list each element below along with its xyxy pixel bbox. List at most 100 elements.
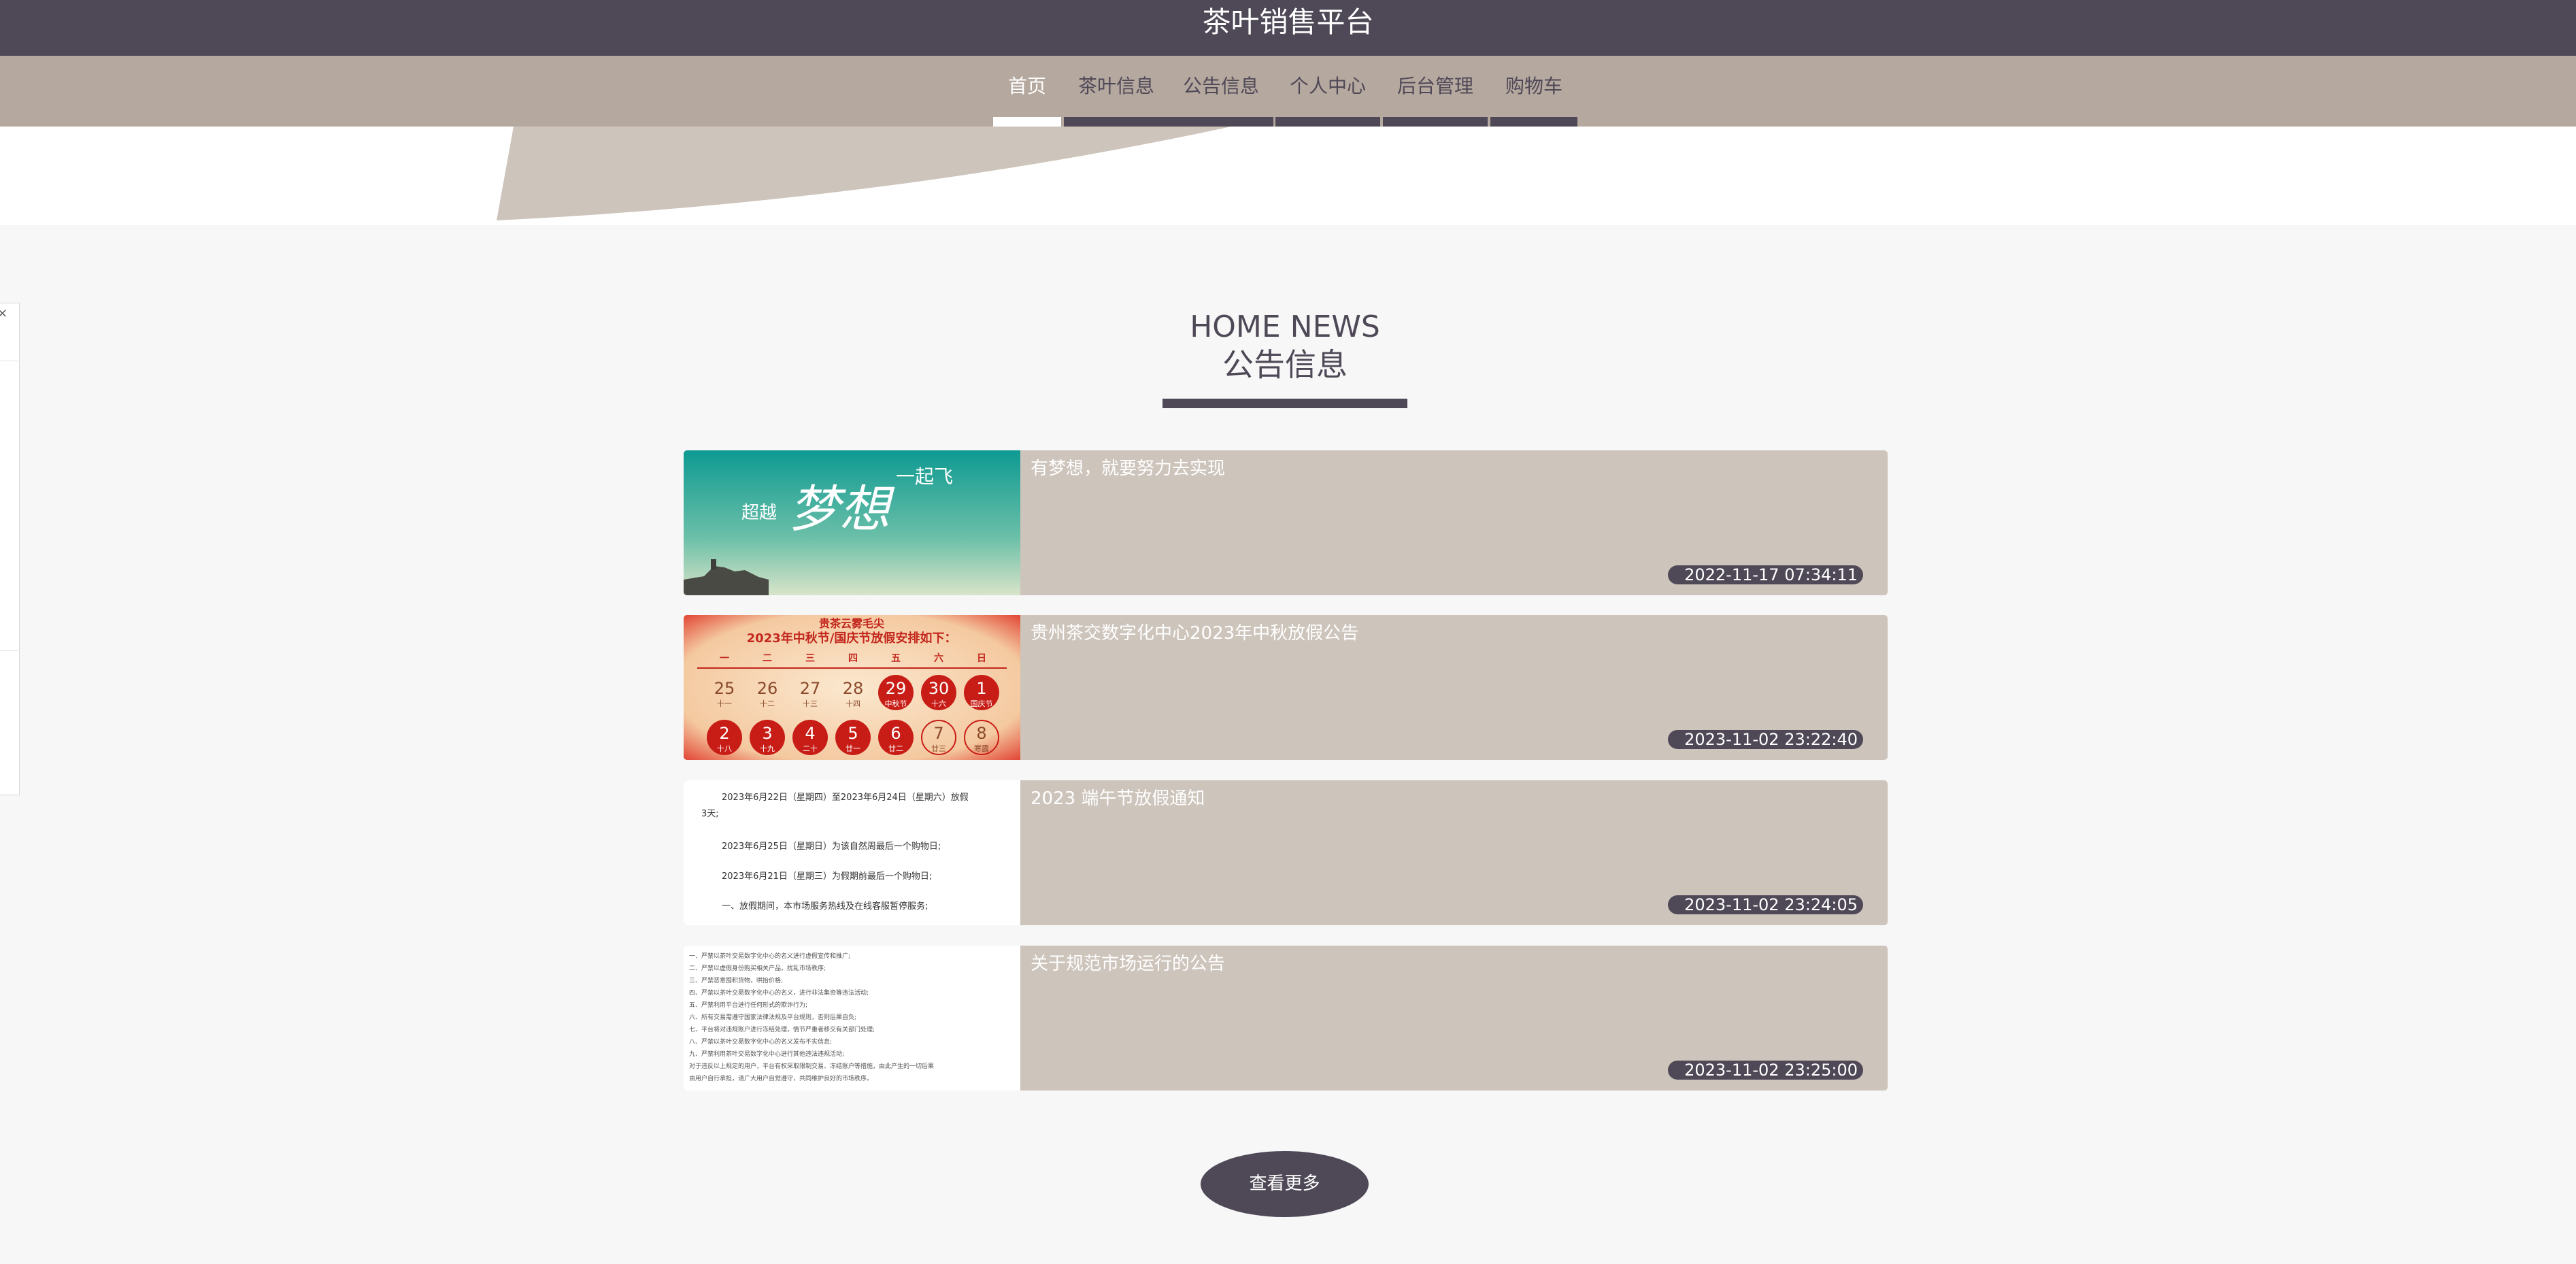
nav-underline — [1064, 117, 1169, 127]
calendar-weekday: 六 — [934, 652, 943, 664]
rules-line: 六、所有交易需遵守国家法律法规及平台规则，否则后果自负; — [689, 1014, 857, 1021]
notice-line: 2023年6月21日（星期三）为假期前最后一个购物日; — [722, 871, 933, 882]
news-timestamp: 2023-11-02 23:25:00 — [1668, 1061, 1863, 1080]
banner-text: 梦想 — [789, 480, 895, 539]
nav-item-label: 公告信息 — [1182, 75, 1259, 97]
news-thumbnail[interactable]: 2023年6月22日（星期四）至2023年6月24日（星期六）放假 3天; 20… — [684, 780, 1020, 925]
news-item[interactable]: 超越 梦想 一起飞 有梦想，就要努力去实现 2022-11-17 07:34:1… — [684, 450, 1888, 595]
news-timestamp: 2022-11-17 07:34:11 — [1668, 565, 1863, 584]
notice-line: 2023年6月22日（星期四）至2023年6月24日（星期六）放假 — [722, 793, 969, 803]
nav-item-cart[interactable]: 购物车 — [1490, 56, 1577, 127]
calendar-day-lunar: 二十 — [803, 744, 818, 753]
news-title[interactable]: 有梦想，就要努力去实现 — [1031, 457, 1225, 480]
section-heading: HOME NEWS 公告信息 — [1162, 298, 1407, 408]
calendar-day: 30十六 — [921, 675, 956, 710]
calendar-day-lunar: 廿三 — [931, 744, 946, 753]
calendar-day: 6廿二 — [878, 720, 914, 755]
hero-banner — [0, 127, 2576, 225]
calendar-day: 5廿一 — [835, 720, 871, 755]
calendar-day-number: 29 — [886, 679, 907, 698]
notice-line: 2023年6月25日（星期日）为该自然周最后一个购物日; — [722, 842, 941, 852]
calendar-day-lunar: 廿二 — [888, 744, 903, 753]
nav-item-admin[interactable]: 后台管理 — [1383, 56, 1488, 127]
top-header: 茶叶销售平台 — [0, 0, 2576, 56]
calendar-day-lunar: 十八 — [717, 744, 732, 753]
banner-text: 一起飞 — [896, 465, 953, 488]
calendar-day-number: 4 — [805, 724, 815, 743]
calendar-day-number: 5 — [848, 724, 858, 743]
nav-underline — [1275, 117, 1380, 127]
nav-item-label: 个人中心 — [1289, 75, 1366, 97]
calendar-day-lunar: 十二 — [760, 699, 775, 708]
rules-line: 对于违反以上规定的用户，平台有权采取限制交易、冻结账户等措施，由此产生的一切后果 — [689, 1063, 935, 1070]
section-underline — [1162, 399, 1407, 408]
calendar-day: 2十八 — [707, 720, 742, 755]
nav-underline — [1383, 117, 1488, 127]
nav-item-tea-info[interactable]: 茶叶信息 — [1064, 56, 1169, 127]
hero-curve-decoration — [497, 127, 1231, 220]
view-more-button[interactable]: 查看更多 — [1201, 1151, 1369, 1217]
news-item[interactable]: 贵茶云雾毛尖 2023年中秋节/国庆节放假安排如下： 一二三四五六日 25 十一 26… — [684, 615, 1888, 760]
calendar-weekday: 一 — [720, 653, 729, 664]
calendar-weekday: 五 — [891, 653, 901, 664]
calendar-day: 29中秋节 — [878, 675, 914, 710]
close-icon[interactable]: × — [0, 303, 11, 324]
notice-line: 3天; — [701, 809, 719, 819]
nav-item-personal-center[interactable]: 个人中心 — [1275, 56, 1380, 127]
holiday-calendar-image: 贵茶云雾毛尖 2023年中秋节/国庆节放假安排如下： 一二三四五六日25十一26… — [684, 615, 1020, 760]
section-title-en: HOME NEWS — [1190, 310, 1380, 344]
news-thumbnail[interactable]: 贵茶云雾毛尖 2023年中秋节/国庆节放假安排如下： 一二三四五六日 25 十一 26… — [684, 615, 1020, 760]
calendar-day-number: 25 — [714, 679, 735, 698]
news-title[interactable]: 贵州茶交数字化中心2023年中秋放假公告 — [1031, 622, 1358, 645]
nav-item-notices[interactable]: 公告信息 — [1169, 56, 1273, 127]
calendar-day-lunar: 十九 — [760, 744, 775, 753]
calendar-day-lunar: 国庆节 — [971, 699, 993, 708]
calendar-day-lunar: 中秋节 — [885, 699, 907, 708]
calendar-day: 4二十 — [792, 720, 828, 755]
section-title-cn: 公告信息 — [1222, 346, 1348, 383]
news-thumbnail[interactable]: 超越 梦想 一起飞 — [684, 450, 1020, 595]
notice-line: 一、放假期间，本市场服务热线及在线客服暂停服务; — [722, 901, 929, 912]
news-timestamp: 2023-11-02 23:24:05 — [1668, 895, 1863, 914]
news-title[interactable]: 关于规范市场运行的公告 — [1031, 952, 1225, 976]
calendar-day: 3十九 — [750, 720, 785, 755]
nav-item-home[interactable]: 首页 — [993, 56, 1061, 127]
calendar-subheading: 2023年中秋节/国庆节放假安排如下： — [747, 631, 957, 646]
nav-underline — [1490, 117, 1577, 127]
news-item[interactable]: 一、严禁以茶叶交易数字化中心的名义进行虚假宣传和推广; 二、严禁以虚假身份购买相关… — [684, 946, 1888, 1091]
calendar-day: 27十三 — [800, 679, 821, 708]
calendar-day-number: 2 — [719, 724, 729, 743]
calendar-weekday: 日 — [977, 653, 986, 664]
calendar-day-number: 6 — [890, 724, 901, 743]
calendar-day-lunar: 十三 — [803, 699, 818, 708]
dream-banner-image: 超越 梦想 一起飞 — [684, 450, 1020, 595]
news-title[interactable]: 2023 端午节放假通知 — [1031, 787, 1205, 810]
rules-text-image: 一、严禁以茶叶交易数字化中心的名义进行虚假宣传和推广; 二、严禁以虚假身份购买相关… — [689, 950, 1016, 1084]
calendar-day: 28十四 — [843, 679, 864, 708]
calendar-day-lunar: 十六 — [931, 699, 946, 708]
calendar-day-number: 30 — [929, 679, 950, 698]
calendar-day: 1国庆节 — [964, 675, 999, 710]
calendar-day-number: 26 — [757, 679, 778, 698]
rules-line: 七、平台将对违规账户进行冻结处理，情节严重者移交有关部门处理; — [689, 1027, 875, 1033]
calendar-day-lunar: 寒露 — [974, 744, 989, 753]
rules-line: 八、严禁以茶叶交易数字化中心的名义发布不实信息; — [689, 1039, 833, 1046]
nav-underline — [1169, 117, 1273, 127]
calendar-day-lunar: 十四 — [846, 699, 860, 708]
calendar-weekday: 四 — [848, 653, 858, 664]
news-thumbnail[interactable]: 一、严禁以茶叶交易数字化中心的名义进行虚假宣传和推广; 二、严禁以虚假身份购买相关… — [684, 946, 1020, 1091]
nav-item-label: 购物车 — [1505, 75, 1562, 97]
calendar-day-number: 27 — [800, 679, 821, 698]
divider — [0, 650, 18, 651]
calendar-weekday: 二 — [763, 653, 772, 664]
calendar-day-number: 8 — [976, 724, 986, 743]
news-item[interactable]: 2023年6月22日（星期四）至2023年6月24日（星期六）放假 3天; 20… — [684, 780, 1888, 925]
site-title: 茶叶销售平台 — [1202, 5, 1374, 39]
banner-text: 超越 — [741, 503, 777, 523]
rules-line: 四、严禁以茶叶交易数字化中心的名义，进行非法集资等违法活动; — [689, 990, 869, 997]
rules-line: 五、严禁利用平台进行任何形式的欺诈行为; — [689, 1002, 808, 1009]
rules-line: 由用户自行承担，请广大用户自觉遵守，共同维护良好的市场秩序。 — [689, 1076, 873, 1082]
rules-line: 二、严禁以虚假身份购买相关产品，扰乱市场秩序; — [689, 965, 826, 972]
calendar-day: 25十一 — [714, 679, 735, 708]
calendar-day-lunar: 廿一 — [846, 744, 860, 753]
